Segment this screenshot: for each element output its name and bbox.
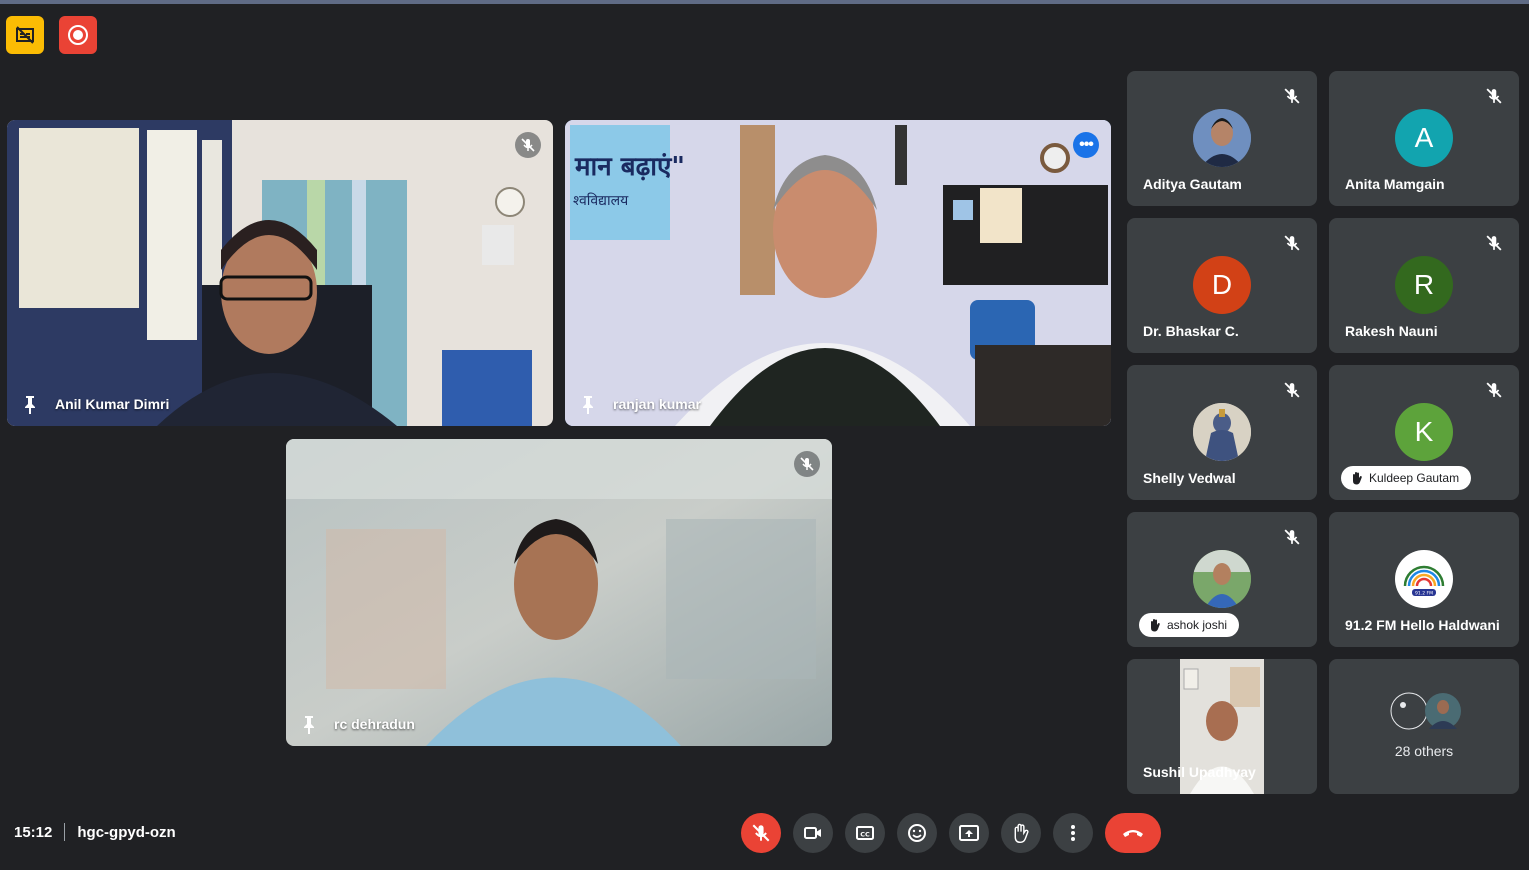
- participant-video: [7, 120, 553, 426]
- leave-call-button[interactable]: [1105, 813, 1161, 853]
- muted-icon: [515, 132, 541, 158]
- participant-tile-aditya-gautam[interactable]: Aditya Gautam: [1127, 71, 1317, 206]
- participant-name: Anil Kumar Dimri: [55, 396, 170, 412]
- logo-text: 91.2 FM: [1415, 591, 1433, 597]
- emoji-icon: [908, 824, 926, 842]
- avatar-initial: K: [1414, 416, 1434, 447]
- meeting-info: 15:12 hgc-gpyd-ozn: [14, 823, 176, 841]
- participant-tile-kuldeep-gautam[interactable]: K Kuldeep Gautam: [1329, 365, 1519, 500]
- pin-icon[interactable]: [579, 394, 597, 414]
- participant-avatar: A: [1395, 109, 1453, 167]
- captions-status-icon[interactable]: [6, 16, 44, 54]
- participant-name: Rakesh Nauni: [1345, 323, 1438, 339]
- participant-video: [286, 439, 832, 746]
- participant-tile-ashok-joshi[interactable]: ashok joshi: [1127, 512, 1317, 647]
- captions-button[interactable]: CC: [845, 813, 885, 853]
- others-avatars: [1390, 692, 1461, 730]
- participant-tile-dr-bhaskar[interactable]: D Dr. Bhaskar C.: [1127, 218, 1317, 353]
- participant-video: मान बढ़ाएं" श्वविद्यालय: [565, 120, 1111, 426]
- participant-avatar: 91.2 FM: [1395, 550, 1453, 608]
- svg-text:CC: CC: [860, 831, 870, 839]
- muted-icon: [1281, 526, 1303, 548]
- participant-avatar: [1193, 109, 1251, 167]
- more-options-icon: [1071, 825, 1075, 841]
- svg-text:मान बढ़ाएं": मान बढ़ाएं": [574, 152, 685, 182]
- muted-icon: [1281, 85, 1303, 107]
- participant-name: Dr. Bhaskar C.: [1143, 323, 1239, 339]
- mic-toggle-button[interactable]: [741, 813, 781, 853]
- reactions-button[interactable]: [897, 813, 937, 853]
- muted-icon: [1281, 379, 1303, 401]
- raised-hand-chip: Kuldeep Gautam: [1341, 466, 1472, 490]
- participant-name: Aditya Gautam: [1143, 176, 1242, 192]
- participant-name: ashok joshi: [1167, 618, 1228, 632]
- participant-tile-shelly-vedwal[interactable]: Shelly Vedwal: [1127, 365, 1317, 500]
- pin-icon[interactable]: [21, 394, 39, 414]
- recording-status-icon[interactable]: [59, 16, 97, 54]
- participant-name: Sushil Upadhyay: [1143, 764, 1256, 780]
- muted-icon: [1483, 232, 1505, 254]
- svg-text:श्वविद्यालय: श्वविद्यालय: [573, 192, 629, 209]
- raise-hand-button[interactable]: [1001, 813, 1041, 853]
- muted-icon: [794, 451, 820, 477]
- participant-name: rc dehradun: [334, 716, 415, 732]
- camera-toggle-button[interactable]: [793, 813, 833, 853]
- muted-icon: [1483, 379, 1505, 401]
- camera-icon: [804, 827, 821, 839]
- avatar-initial: D: [1211, 269, 1233, 300]
- participant-name: Shelly Vedwal: [1143, 470, 1236, 486]
- raise-hand-icon: [1014, 823, 1029, 843]
- participant-name: Kuldeep Gautam: [1369, 471, 1460, 485]
- captions-icon: CC: [856, 826, 874, 840]
- present-icon: [959, 825, 979, 841]
- divider: [64, 823, 66, 841]
- window-top-border: [0, 0, 1529, 4]
- muted-icon: [1483, 85, 1505, 107]
- meeting-code[interactable]: hgc-gpyd-ozn: [77, 824, 175, 841]
- participant-avatar: K: [1395, 403, 1453, 461]
- participant-tile-hello-haldwani[interactable]: 91.2 FM 91.2 FM Hello Haldwani: [1329, 512, 1519, 647]
- participant-tile-anil-kumar-dimri[interactable]: Anil Kumar Dimri: [7, 120, 553, 426]
- others-count: 28 others: [1394, 743, 1454, 759]
- present-button[interactable]: [949, 813, 989, 853]
- participant-tile-rc-dehradun[interactable]: rc dehradun: [286, 439, 832, 746]
- others-tile[interactable]: 28 others: [1329, 659, 1519, 794]
- raise-hand-icon: [1151, 619, 1160, 632]
- participant-avatar: D: [1193, 256, 1251, 314]
- raised-hand-chip: ashok joshi: [1139, 613, 1240, 637]
- participant-avatar: R: [1395, 256, 1453, 314]
- participant-tile-ranjan-kumar[interactable]: मान बढ़ाएं" श्वविद्यालय ••• ranjan kumar: [565, 120, 1111, 426]
- meeting-time: 15:12: [14, 823, 53, 841]
- avatar-initial: R: [1413, 269, 1435, 300]
- muted-icon: [1281, 232, 1303, 254]
- participant-name: ranjan kumar: [613, 396, 701, 412]
- participant-name: 91.2 FM Hello Haldwani: [1345, 617, 1500, 633]
- end-call-icon: [1123, 830, 1143, 837]
- more-options-button[interactable]: [1053, 813, 1093, 853]
- raise-hand-icon: [1353, 472, 1362, 485]
- more-options-icon[interactable]: •••: [1073, 132, 1099, 158]
- avatar-initial: A: [1414, 122, 1434, 153]
- participant-tile-anita-mamgain[interactable]: A Anita Mamgain: [1329, 71, 1519, 206]
- mic-off-icon: [752, 824, 770, 842]
- participant-name: Anita Mamgain: [1345, 176, 1445, 192]
- participant-tile-rakesh-nauni[interactable]: R Rakesh Nauni: [1329, 218, 1519, 353]
- participant-tile-sushil-upadhyay[interactable]: Sushil Upadhyay: [1127, 659, 1317, 794]
- participant-avatar: [1193, 550, 1251, 608]
- pin-icon[interactable]: [300, 714, 318, 734]
- participant-avatar: [1193, 403, 1251, 461]
